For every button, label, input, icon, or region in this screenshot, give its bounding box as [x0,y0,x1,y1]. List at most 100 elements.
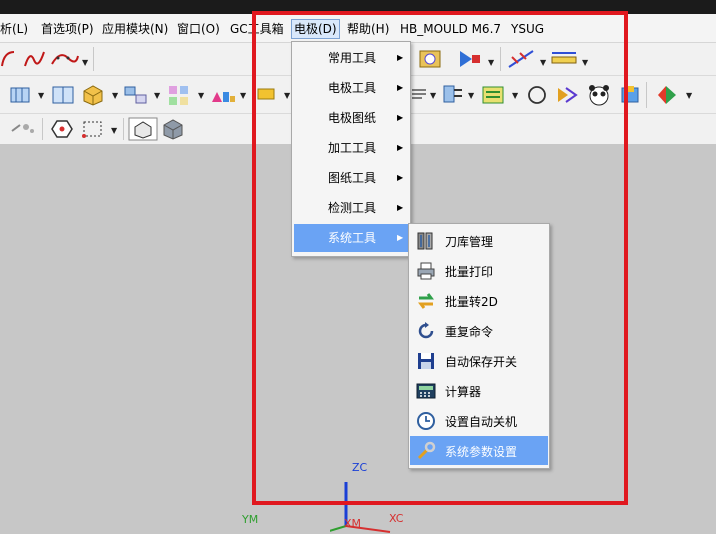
arc-icon[interactable] [0,48,20,70]
menu-item-system-parameters[interactable]: 系统参数设置 [410,436,548,465]
toolbar-separator [42,118,43,140]
shaded-view-icon[interactable] [128,117,158,141]
menu-item-label: 常用工具 [328,51,377,65]
electrode-wizard-icon[interactable] [418,47,446,71]
toolbar-separator [123,118,124,140]
menu-preferences[interactable]: 首选项(P) [41,20,94,38]
electrode-menu: 常用工具 ▶ 电极工具 ▶ 电极图纸 ▶ 加工工具 ▶ 图纸工具 ▶ 检测工具 … [291,41,411,257]
panda-icon[interactable] [586,82,612,108]
block-tool-icon[interactable] [8,84,32,106]
axis-label-xc: XC [389,512,404,525]
solid-view-icon[interactable] [160,117,186,141]
chevron-down-icon[interactable]: ▼ [82,58,88,67]
chevron-down-icon[interactable]: ▼ [240,91,246,100]
axis-label-xm: XM [344,517,362,530]
chevron-down-icon[interactable]: ▼ [112,91,118,100]
menu-item-inspection-tools[interactable]: 检测工具 ▶ [294,194,408,222]
axis-label-zc: ZC [352,461,368,474]
menu-item-batch-convert-2d[interactable]: 批量转2D [410,286,548,315]
chevron-down-icon[interactable]: ▼ [686,91,692,100]
menu-item-calculator[interactable]: 计算器 [410,376,548,405]
box-part-icon[interactable] [80,82,106,106]
toolbar-separator [646,82,647,108]
submenu-arrow-icon: ▶ [397,173,404,182]
dimension-icon[interactable] [550,49,578,69]
menu-item-batch-print[interactable]: 批量打印 [410,256,548,285]
chevron-down-icon[interactable]: ▼ [468,91,474,100]
book-icon[interactable] [50,84,76,106]
export-icon[interactable] [618,84,642,106]
electrode-move-icon[interactable] [456,47,484,71]
menu-item-label: 计算器 [445,385,482,399]
menu-item-label: 系统参数设置 [445,445,518,459]
printer-icon [417,262,435,280]
chevron-down-icon[interactable]: ▼ [430,91,436,100]
lines-icon[interactable] [410,86,428,102]
menu-item-drawing-tools[interactable]: 图纸工具 ▶ [294,164,408,192]
chevron-down-icon[interactable]: ▼ [512,91,518,100]
chevron-down-icon[interactable]: ▼ [111,126,117,135]
submenu-arrow-icon: ▶ [397,203,404,212]
measure-icon[interactable] [506,47,536,71]
chevron-down-icon[interactable]: ▼ [540,58,546,67]
menu-item-repeat-command[interactable]: 重复命令 [410,316,548,345]
title-bar [0,0,716,14]
menu-window[interactable]: 窗口(O) [177,20,220,38]
menu-item-electrode-drawing[interactable]: 电极图纸 ▶ [294,104,408,132]
electrode-spec-icon[interactable] [440,82,466,108]
menu-bar: 析(L) 首选项(P) 应用模块(N) 窗口(O) GC工具箱 电极(D) 帮助… [0,14,716,43]
menu-item-label: 检测工具 [328,201,377,215]
menu-item-label: 电极工具 [328,81,377,95]
menu-item-autosave-toggle[interactable]: 自动保存开关 [410,346,548,375]
menu-hb-mould[interactable]: HB_MOULD M6.7 [400,20,501,38]
menu-item-tool-library[interactable]: 刀库管理 [410,226,548,255]
submenu-arrow-icon: ▶ [397,83,404,92]
hexagon-select-icon[interactable] [50,118,74,140]
menu-item-machining-tools[interactable]: 加工工具 ▶ [294,134,408,162]
menu-gc-toolbox[interactable]: GC工具箱 [230,20,284,38]
chevron-down-icon[interactable]: ▼ [284,91,290,100]
convert-2d-icon [418,293,434,309]
chevron-down-icon[interactable]: ▼ [38,91,44,100]
spline-icon[interactable] [22,48,48,70]
menu-item-label: 加工工具 [328,141,377,155]
submenu-arrow-icon: ▶ [397,53,404,62]
arrow-flow-icon[interactable] [554,82,580,108]
grid-layout-icon[interactable] [166,83,192,107]
brand-logo-icon[interactable] [654,82,680,108]
menu-application[interactable]: 应用模块(N) [102,20,168,38]
curve-through-points-icon[interactable] [50,48,80,70]
calculator-icon [416,383,436,399]
menu-item-label: 电极图纸 [328,111,377,125]
menu-item-system-tools[interactable]: 系统工具 ▶ [294,224,408,252]
menu-item-common-tools[interactable]: 常用工具 ▶ [294,44,408,72]
submenu-arrow-icon: ▶ [397,233,404,242]
tool-library-icon [417,232,433,250]
toolbar-separator [500,47,501,71]
menu-item-auto-shutdown[interactable]: 设置自动关机 [410,406,548,435]
save-icon [418,353,434,369]
snap-tools-icon[interactable] [8,119,36,139]
menu-item-label: 设置自动关机 [445,415,518,429]
menu-help[interactable]: 帮助(H) [347,20,389,38]
wrench-icon [417,441,436,460]
chevron-down-icon[interactable]: ▼ [154,91,160,100]
circle-icon[interactable] [526,84,548,106]
assembly-icon[interactable] [122,83,150,107]
menu-analysis[interactable]: 析(L) [0,20,28,38]
coordinate-axes-icon [330,482,391,533]
color-blocks-icon[interactable] [208,82,238,106]
menu-item-electrode-tools[interactable]: 电极工具 ▶ [294,74,408,102]
menu-item-label: 自动保存开关 [445,355,518,369]
chevron-down-icon[interactable]: ▼ [198,91,204,100]
electrode-list-icon[interactable] [480,82,508,108]
menu-electrode[interactable]: 电极(D) [291,19,340,39]
menu-item-label: 批量打印 [445,265,494,279]
menu-ysug[interactable]: YSUG [511,20,544,38]
box-select-icon[interactable] [80,118,106,140]
chevron-down-icon[interactable]: ▼ [488,58,494,67]
system-tools-submenu: 刀库管理 批量打印 批量转2D 重复命令 自动保存开关 计算器 设置自动关机 系… [408,223,550,469]
menu-item-label: 刀库管理 [445,235,494,249]
highlight-icon[interactable] [254,83,278,105]
chevron-down-icon[interactable]: ▼ [582,58,588,67]
